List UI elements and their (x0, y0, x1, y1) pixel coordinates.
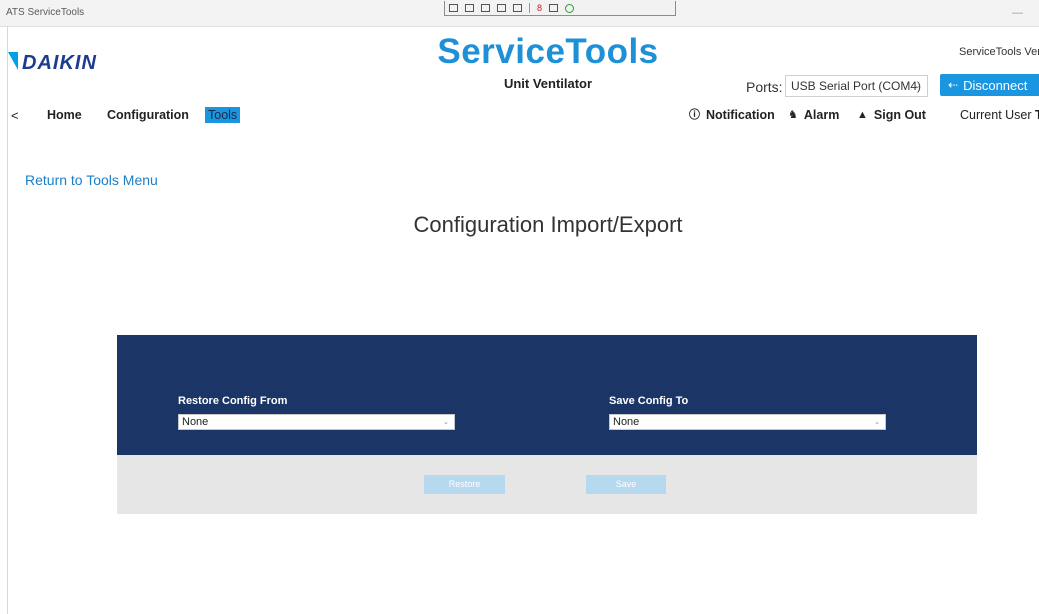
current-user-label: Current User (960, 108, 1032, 122)
ports-select-value: USB Serial Port (COM4) (791, 79, 922, 93)
page-title: Configuration Import/Export (413, 212, 683, 237)
version-label: ServiceTools Ver (959, 46, 1039, 58)
usb-icon: ⇠ (948, 78, 959, 92)
user-icon: ▲ (857, 108, 868, 121)
nav-back-button[interactable]: < (11, 108, 19, 123)
app-subtitle: Unit Ventilator (503, 76, 593, 91)
brand-text: DAIKIN (22, 51, 97, 74)
current-user-value: T (1035, 108, 1039, 122)
disconnect-label: Disconnect (963, 77, 1028, 93)
config-panel-actions (117, 455, 977, 514)
track-focus-icon[interactable] (481, 4, 490, 12)
save-config-value: None (613, 416, 640, 428)
toolbar-divider (529, 3, 530, 13)
disconnect-button[interactable]: ⇠ Disconnect (940, 74, 1039, 96)
restore-button[interactable]: Restore (424, 475, 505, 494)
check-icon[interactable] (565, 3, 575, 13)
nav-notification-label: Notification (706, 108, 775, 122)
save-config-select[interactable]: None ⌄ (609, 414, 886, 430)
nav-configuration[interactable]: Configuration (107, 108, 189, 122)
display-layout-icon[interactable] (465, 4, 474, 12)
current-user: Current User T (960, 108, 1039, 122)
return-to-tools-link[interactable]: Return to Tools Menu (25, 172, 158, 188)
app-title: ServiceTools (437, 32, 659, 71)
select-element-icon[interactable] (449, 4, 458, 12)
nav-home[interactable]: Home (47, 108, 82, 122)
binding-error-count[interactable]: 8 (537, 3, 542, 13)
save-config-label: Save Config To (609, 395, 689, 407)
chevron-down-icon: ⌄ (874, 419, 880, 426)
chevron-down-icon: ⌄ (914, 81, 921, 90)
window-title: ATS ServiceTools (6, 7, 85, 18)
nav-sign-out-label: Sign Out (873, 108, 926, 122)
logo-mark-icon (8, 52, 18, 70)
daikin-logo: DAIKIN (8, 50, 97, 76)
save-button[interactable]: Save (586, 475, 666, 494)
restore-config-label: Restore Config From (178, 395, 288, 407)
restore-config-value: None (182, 416, 209, 428)
nav-alarm-label: Alarm (803, 108, 840, 122)
chevron-down-icon: ⌄ (443, 419, 449, 426)
ports-select[interactable]: USB Serial Port (COM4) ⌄ (785, 75, 928, 97)
restore-config-select[interactable]: None ⌄ (178, 414, 455, 430)
ports-label: Ports: (746, 79, 783, 95)
nav-sign-out[interactable]: ▲ Sign Out (857, 108, 926, 122)
window-left-border (7, 26, 8, 614)
minimize-button[interactable]: — (1012, 8, 1024, 19)
info-circle-icon: ⓘ (689, 108, 700, 121)
nav-alarm[interactable]: ♞ Alarm (788, 108, 839, 122)
hot-reload-icon[interactable] (513, 4, 522, 12)
nav-tools[interactable]: Tools (205, 107, 241, 123)
nav-notification[interactable]: ⓘ Notification (689, 108, 775, 122)
layout-adorner-icon[interactable] (497, 4, 506, 12)
accessibility-icon[interactable] (549, 4, 559, 12)
debug-toolbar: 8 (444, 1, 676, 16)
bell-icon: ♞ (788, 108, 798, 121)
